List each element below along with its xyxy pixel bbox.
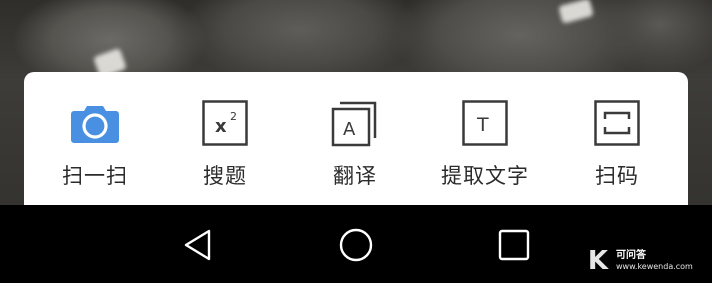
tool-label: 提取文字: [441, 164, 529, 188]
svg-text:2: 2: [230, 110, 237, 123]
watermark-text: 可问答 www.kewenda.com: [616, 251, 693, 271]
tool-translate[interactable]: A 翻译: [295, 72, 415, 207]
tool-label: 扫一扫: [62, 164, 128, 188]
tool-scan[interactable]: 扫一扫: [35, 72, 155, 207]
home-circle-icon[interactable]: [334, 223, 378, 267]
tool-search-question[interactable]: x 2 搜题: [165, 72, 285, 207]
recents-square-icon[interactable]: [492, 223, 536, 267]
tools-panel: 扫一扫 x 2 搜题 A 翻译 T 提取文字 扫码: [24, 72, 688, 207]
site-watermark: K 可问答 www.kewenda.com: [584, 245, 704, 277]
tool-label: 扫码: [595, 164, 639, 188]
x-squared-icon: x 2: [202, 100, 248, 146]
back-triangle-icon[interactable]: [176, 223, 220, 267]
svg-text:A: A: [343, 119, 356, 140]
tool-label: 搜题: [203, 164, 247, 188]
watermark-logo: K: [587, 246, 609, 276]
watermark-name: 可问答: [616, 250, 646, 261]
scan-code-icon: [594, 100, 640, 146]
svg-text:x: x: [215, 116, 227, 137]
camera-icon: [71, 106, 119, 143]
watermark-url: www.kewenda.com: [616, 262, 693, 271]
tool-extract-text[interactable]: T 提取文字: [425, 72, 545, 207]
tool-scan-code[interactable]: 扫码: [557, 72, 677, 207]
key-highlight: [558, 0, 594, 24]
svg-text:T: T: [476, 114, 489, 136]
tool-label: 翻译: [333, 164, 377, 188]
translate-a-icon: A: [331, 101, 377, 147]
text-t-icon: T: [462, 100, 508, 146]
